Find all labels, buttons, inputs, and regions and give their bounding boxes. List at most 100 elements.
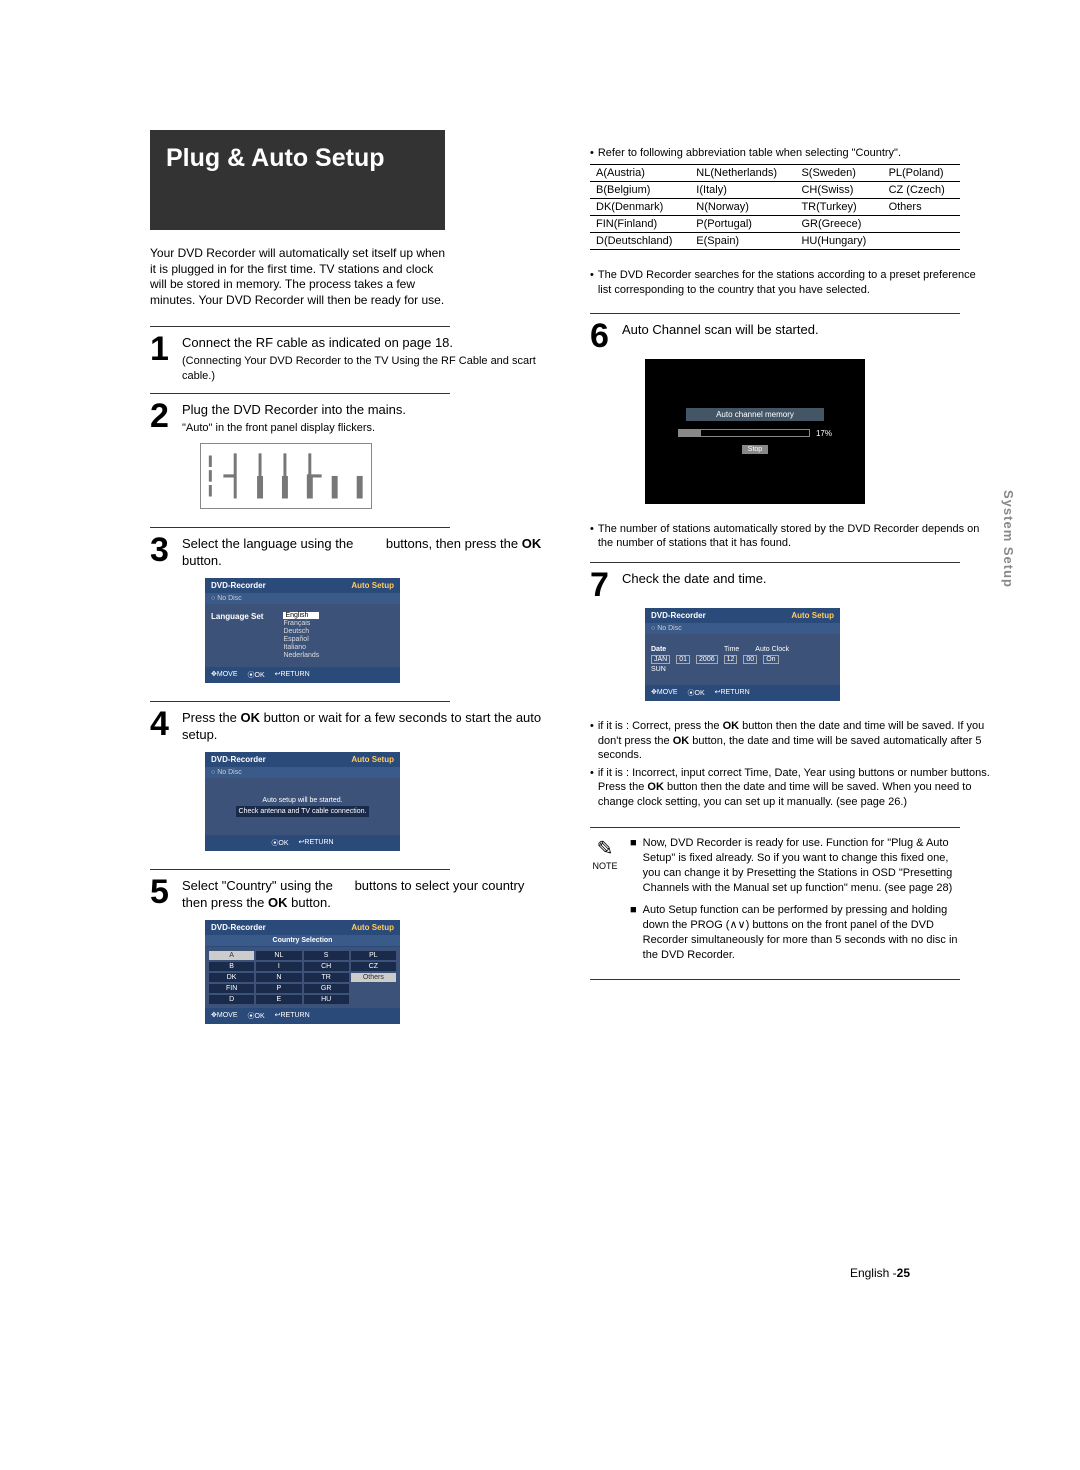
stop-button: Stop bbox=[742, 445, 768, 454]
ct-cell: TR(Turkey) bbox=[795, 199, 882, 216]
osd-foot-item: ⦿OK bbox=[248, 1011, 265, 1021]
ct-cell: NL(Netherlands) bbox=[690, 165, 795, 182]
year-box: 2006 bbox=[696, 655, 718, 664]
separator bbox=[150, 869, 450, 870]
time-label: Time bbox=[724, 646, 739, 653]
separator bbox=[150, 701, 450, 702]
osd-message: Check antenna and TV cable connection. bbox=[236, 806, 370, 817]
osd-datetime: DVD-Recorder Auto Setup ○ No Disc Date Ti… bbox=[645, 608, 840, 701]
osd-title-right: Auto Setup bbox=[351, 755, 394, 764]
seg-text: ┆┤╽╽┟╻╻ bbox=[199, 454, 373, 498]
osd-label: Language Set bbox=[211, 612, 263, 621]
osd-option: English bbox=[283, 612, 319, 619]
cc: GR bbox=[304, 984, 349, 993]
ok-label: OK bbox=[241, 710, 261, 725]
osd-option: Français bbox=[283, 620, 319, 627]
step-text: Plug the DVD Recorder into the mains. bbox=[182, 402, 406, 417]
cc: NL bbox=[256, 951, 301, 960]
step-text: Check the date and time. bbox=[622, 571, 767, 586]
cc: HU bbox=[304, 995, 349, 1004]
ct-cell: N(Norway) bbox=[690, 199, 795, 216]
osd-foot-item: ⦿OK bbox=[248, 670, 265, 680]
ct-cell: HU(Hungary) bbox=[795, 233, 882, 250]
step-1: 1 Connect the RF cable as indicated on p… bbox=[150, 335, 550, 382]
note-item: ■Auto Setup function can be performed by… bbox=[630, 903, 960, 962]
ac-box: On bbox=[763, 655, 778, 664]
osd-option: Italiano bbox=[283, 644, 319, 651]
ok-label: OK bbox=[268, 895, 288, 910]
step-6: 6 Auto Channel scan will be started. bbox=[590, 322, 990, 351]
cc: N bbox=[256, 973, 301, 982]
osd-foot-item: ↩RETURN bbox=[275, 1011, 310, 1021]
step-7: 7 Check the date and time. bbox=[590, 571, 990, 600]
left-column: Plug & Auto Setup Your DVD Recorder will… bbox=[150, 130, 550, 1024]
step-text: button. bbox=[288, 895, 331, 910]
note-icon: ✎NOTE bbox=[590, 836, 620, 971]
step-number: 6 bbox=[590, 322, 614, 351]
osd-foot-item: ⦿OK bbox=[688, 688, 705, 698]
step-text bbox=[337, 878, 355, 893]
osd-autostart: DVD-Recorder Auto Setup ○ No Disc Auto se… bbox=[205, 752, 400, 851]
step-subtext: (Connecting Your DVD Recorder to the TV … bbox=[182, 354, 550, 383]
note-item: ■Now, DVD Recorder is ready for use. Fun… bbox=[630, 836, 960, 895]
cc: TR bbox=[304, 973, 349, 982]
osd-subtitle: ○ No Disc bbox=[645, 623, 840, 634]
osd-language: DVD-RecorderAuto Setup ○ No Disc Languag… bbox=[205, 578, 400, 683]
cc: CZ bbox=[351, 962, 396, 971]
osd-message: Auto setup will be started. bbox=[211, 796, 394, 805]
scan-header: Auto channel memory bbox=[686, 408, 824, 421]
ct-cell: PL(Poland) bbox=[883, 165, 960, 182]
cc: D bbox=[209, 995, 254, 1004]
osd-title: DVD-Recorder bbox=[211, 755, 266, 764]
bullet-text: •Refer to following abbreviation table w… bbox=[590, 146, 990, 160]
osd-foot-item: ⦿OK bbox=[271, 838, 288, 848]
intro-text: Your DVD Recorder will automatically set… bbox=[150, 246, 450, 308]
scan-percent: 17% bbox=[816, 429, 832, 438]
osd-country-header: Country Selection bbox=[205, 935, 400, 947]
step-text: button. bbox=[182, 553, 222, 568]
step-text bbox=[357, 536, 386, 551]
cc: E bbox=[256, 995, 301, 1004]
osd-title: DVD-Recorder bbox=[211, 923, 266, 932]
ct-cell: E(Spain) bbox=[690, 233, 795, 250]
osd-title-right: Auto Setup bbox=[791, 611, 834, 620]
step-text: Press the bbox=[182, 710, 241, 725]
step-number: 7 bbox=[590, 571, 614, 600]
autoclock-label: Auto Clock bbox=[755, 646, 789, 653]
osd-foot-item: ✥MOVE bbox=[211, 1011, 238, 1021]
cc: CH bbox=[304, 962, 349, 971]
ct-cell: CZ (Czech) bbox=[883, 182, 960, 199]
ct-cell: FIN(Finland) bbox=[590, 216, 690, 233]
osd-foot-item: ↩RETURN bbox=[299, 838, 334, 848]
ct-cell bbox=[883, 216, 960, 233]
osd-title-right: Auto Setup bbox=[351, 581, 394, 590]
osd-title: DVD-Recorder bbox=[651, 611, 706, 620]
step-text: buttons, then press the bbox=[386, 536, 522, 551]
separator bbox=[590, 562, 960, 563]
step-4: 4 Press the OK button or wait for a few … bbox=[150, 710, 550, 744]
step-text: Auto Channel scan will be started. bbox=[622, 322, 819, 337]
dow: SUN bbox=[651, 666, 666, 673]
step-3: 3 Select the language using the buttons,… bbox=[150, 536, 550, 570]
step-text: Select the language using the bbox=[182, 536, 353, 551]
step-number: 2 bbox=[150, 402, 174, 435]
step-number: 1 bbox=[150, 335, 174, 382]
ct-cell: GR(Greece) bbox=[795, 216, 882, 233]
ct-cell: DK(Denmark) bbox=[590, 199, 690, 216]
bullet-incorrect: •if it is : Incorrect, input correct Tim… bbox=[590, 766, 990, 809]
osd-foot-item: ✥MOVE bbox=[651, 688, 678, 698]
cc: PL bbox=[351, 951, 396, 960]
page-footer: English -25 bbox=[850, 1266, 910, 1280]
cc: DK bbox=[209, 973, 254, 982]
progress-bar bbox=[678, 429, 810, 437]
osd-option: Deutsch bbox=[283, 628, 319, 635]
separator bbox=[150, 393, 450, 394]
date-label: Date bbox=[651, 646, 673, 653]
osd-subtitle: ○ No Disc bbox=[205, 767, 400, 778]
cc: FIN bbox=[209, 984, 254, 993]
ct-cell: A(Austria) bbox=[590, 165, 690, 182]
osd-scan: Auto channel memory 17% Stop bbox=[645, 359, 865, 504]
bullet-text: •The DVD Recorder searches for the stati… bbox=[590, 268, 990, 297]
updown-icon: ∧∨ bbox=[729, 919, 745, 931]
osd-title-right: Auto Setup bbox=[351, 923, 394, 932]
